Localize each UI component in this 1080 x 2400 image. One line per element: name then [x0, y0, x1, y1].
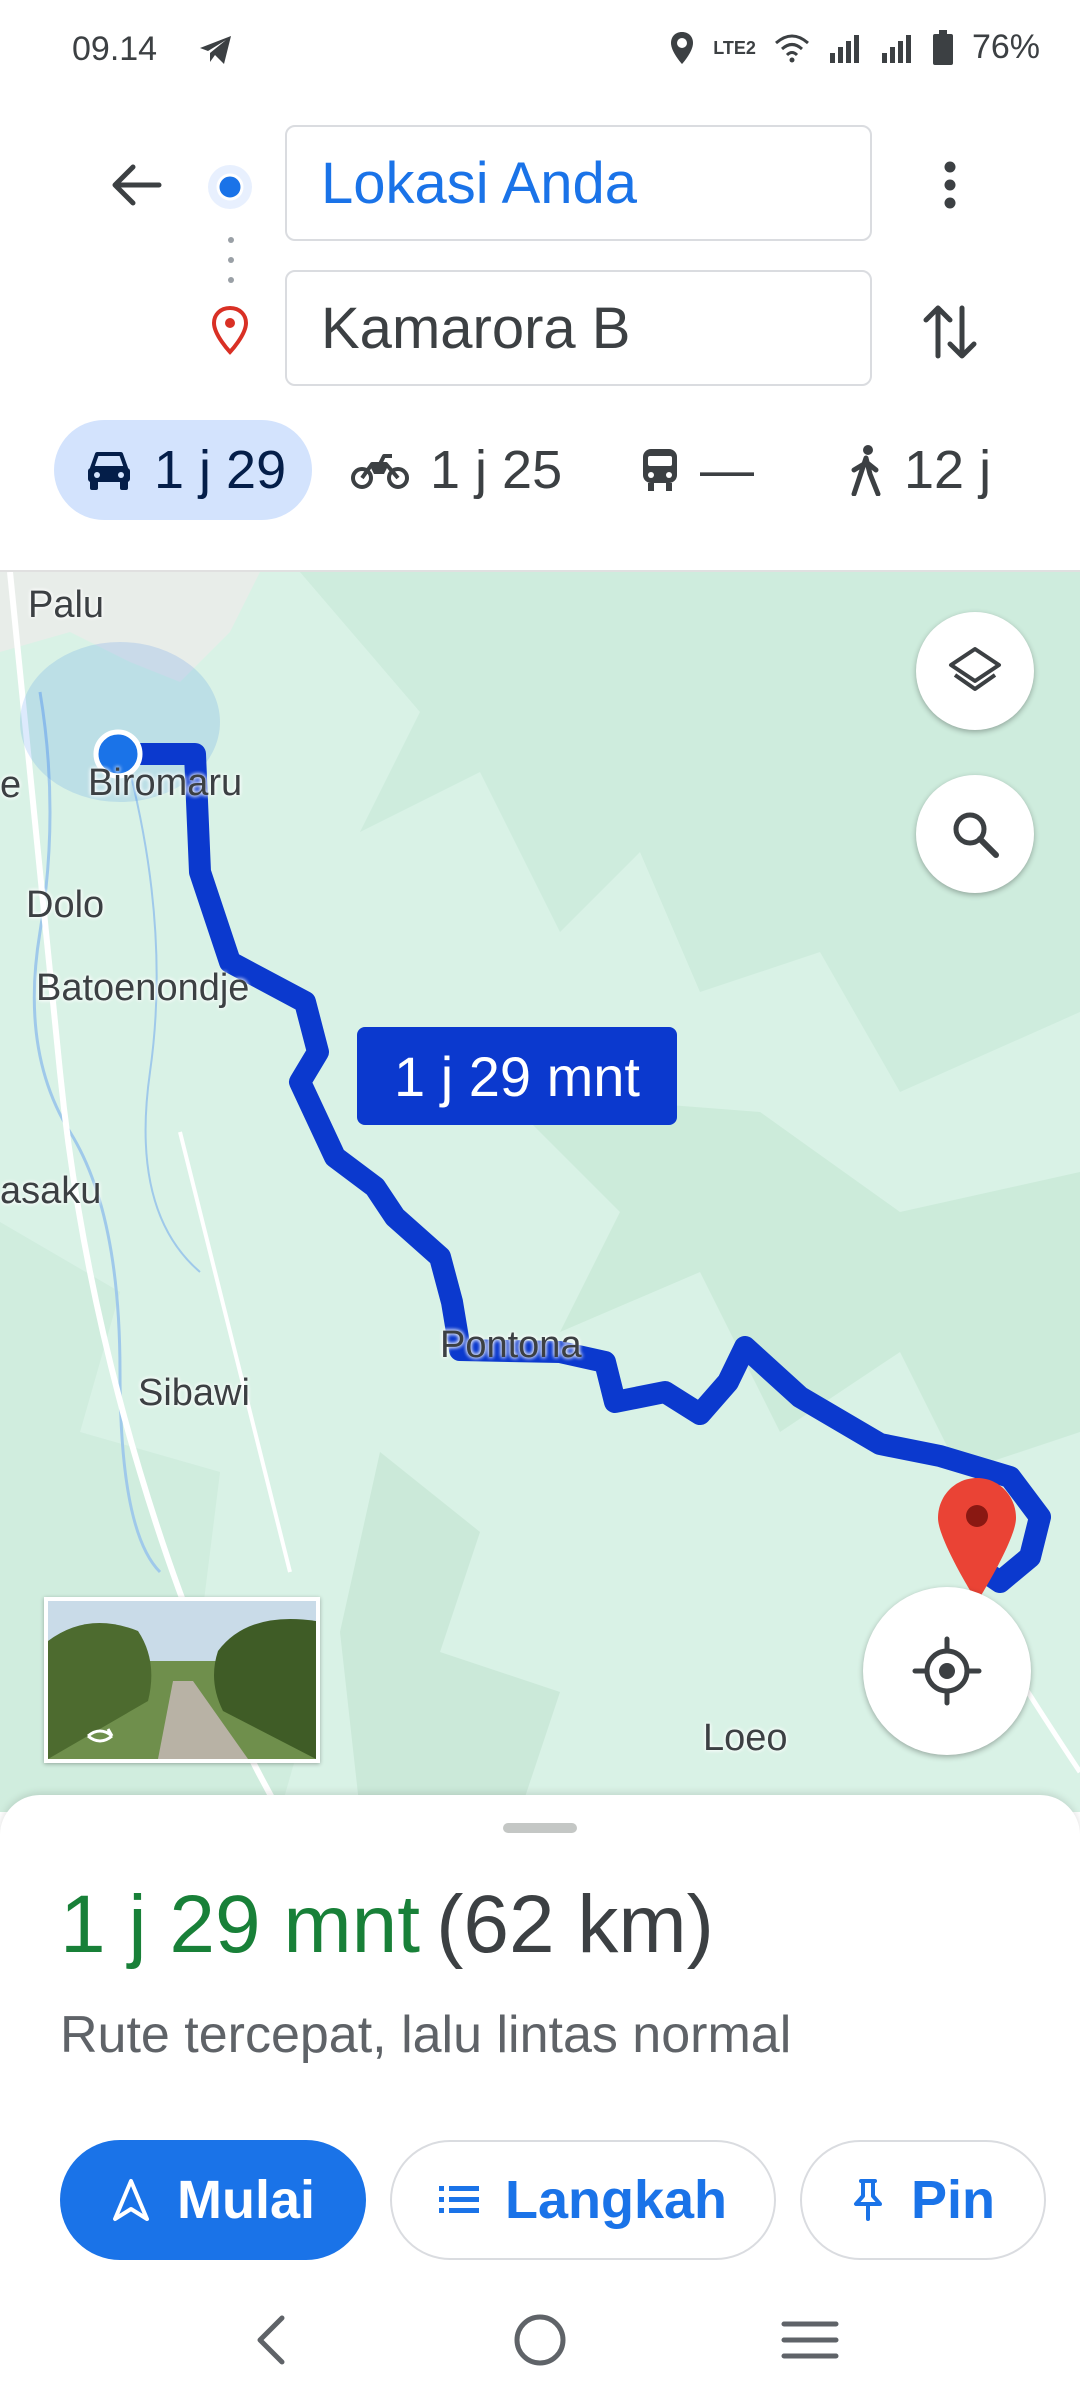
origin-dot-icon	[208, 165, 252, 209]
pin-button[interactable]: Pin	[800, 2140, 1046, 2260]
navigation-icon	[112, 2179, 149, 2221]
signal-icon	[829, 34, 859, 63]
wifi-icon	[774, 34, 809, 62]
origin-input[interactable]: Lokasi Anda	[285, 125, 872, 241]
map-label-batoenondje: Batoenondje	[36, 967, 250, 1009]
list-icon	[438, 2186, 479, 2213]
map-label-biromaru: Biromaru	[88, 762, 243, 804]
pin-icon	[853, 2179, 882, 2221]
motorcycle-icon	[351, 454, 409, 489]
swap-icon	[923, 305, 977, 359]
my-location-button[interactable]	[863, 1587, 1031, 1755]
telegram-icon	[200, 36, 231, 64]
signal-icon-2	[881, 34, 911, 63]
volte-icon: LTE2	[713, 37, 756, 58]
tab-car-label: 1 j 29	[154, 440, 287, 500]
map-label-loeo: Loeo	[703, 1717, 788, 1759]
map-label-asaku: asaku	[0, 1170, 102, 1212]
route-summary: 1 j 29 mnt (62 km)	[60, 1878, 714, 1972]
status-icons: LTE2 76%	[669, 28, 1040, 67]
map-label-dolo: Dolo	[26, 884, 105, 926]
locate-icon	[912, 1636, 982, 1706]
street-view-image	[48, 1601, 316, 1759]
tab-motorcycle[interactable]: 1 j 25	[350, 420, 562, 520]
back-arrow-icon	[112, 164, 162, 206]
battery-icon	[932, 29, 953, 65]
route-duration: 1 j 29 mnt	[60, 1879, 421, 1970]
nav-home-button[interactable]	[495, 2300, 585, 2380]
start-button-label: Mulai	[176, 2170, 315, 2230]
car-icon	[88, 452, 130, 490]
route-dots	[228, 237, 234, 283]
steps-button-label: Langkah	[504, 2170, 728, 2230]
transit-icon	[643, 449, 677, 491]
destination-pin-icon	[211, 305, 249, 355]
walk-icon	[851, 445, 881, 496]
map-label-pontona: Pontona	[440, 1324, 582, 1366]
search-along-route-button[interactable]	[916, 775, 1034, 893]
location-icon	[671, 31, 694, 64]
tab-motorcycle-label: 1 j 25	[430, 440, 563, 500]
map-label-palu: Palu	[28, 584, 105, 626]
more-vert-icon	[944, 161, 956, 209]
more-options-button[interactable]	[920, 150, 980, 220]
steps-button[interactable]: Langkah	[390, 2140, 776, 2260]
tab-walk[interactable]: 12 j	[848, 420, 991, 520]
nav-back-icon	[257, 2315, 285, 2365]
swap-button[interactable]	[910, 292, 990, 372]
back-button[interactable]	[100, 155, 170, 215]
map-label-sibawi: Sibawi	[138, 1372, 250, 1414]
nav-recents-icon	[781, 2321, 839, 2359]
start-button[interactable]: Mulai	[60, 2140, 366, 2260]
map-view[interactable]: Palu e Biromaru Dolo Batoenondje asaku S…	[0, 570, 1080, 1812]
search-icon	[953, 812, 999, 858]
nav-recents-button[interactable]	[765, 2300, 855, 2380]
route-description: Rute tercepat, lalu lintas normal	[60, 2006, 792, 2064]
tab-transit-label: —	[700, 440, 754, 500]
route-distance: (62 km)	[436, 1879, 714, 1970]
pin-button-label: Pin	[910, 2170, 995, 2230]
tab-transit[interactable]: —	[640, 420, 754, 520]
tab-car[interactable]: 1 j 29	[54, 420, 312, 520]
street-view-thumbnail[interactable]	[44, 1597, 320, 1763]
map-label-e: e	[0, 764, 22, 806]
destination-input[interactable]: Kamarora B	[285, 270, 872, 386]
status-time: 09.14	[72, 30, 158, 68]
nav-back-button[interactable]	[225, 2300, 315, 2380]
route-duration-callout[interactable]: 1 j 29 mnt	[357, 1027, 677, 1125]
travel-mode-tabs: 1 j 29 1 j 25 — 12 j	[0, 420, 1080, 530]
status-bar: 09.14 LTE2 76%	[0, 0, 1080, 100]
battery-percent: 76%	[971, 28, 1040, 66]
tab-walk-label: 12 j	[904, 440, 992, 500]
layers-button[interactable]	[916, 612, 1034, 730]
nav-home-icon	[514, 2314, 566, 2366]
sheet-drag-handle[interactable]	[503, 1823, 577, 1833]
layers-icon	[949, 647, 1001, 691]
